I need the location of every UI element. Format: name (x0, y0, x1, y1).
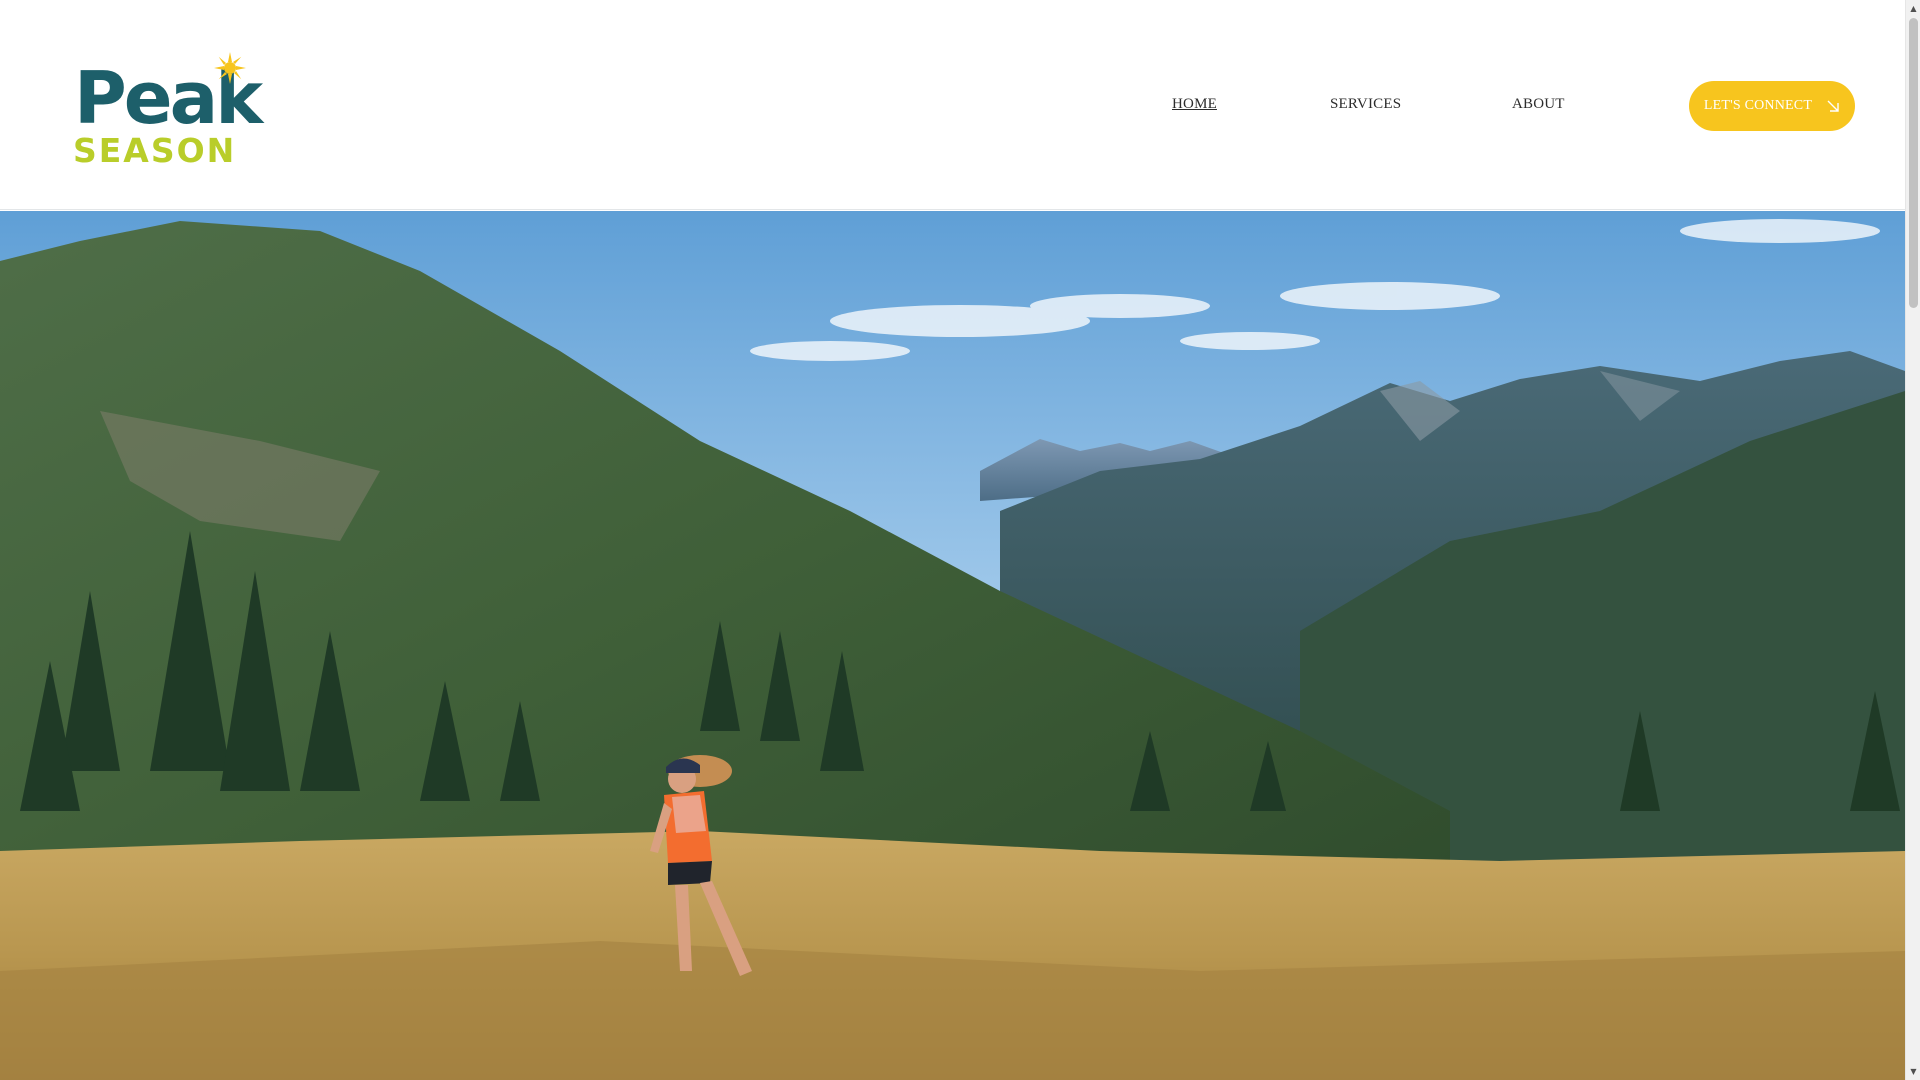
lets-connect-label: LET'S CONNECT (1703, 98, 1813, 113)
hero-photo (0, 211, 1905, 1080)
scrollbar-thumb[interactable] (1909, 18, 1918, 308)
scroll-up-arrow-icon[interactable]: ▲ (1906, 0, 1920, 17)
scroll-down-arrow-icon[interactable]: ▼ (1906, 1063, 1920, 1080)
site-header: Peak SEASON HOME SERVICES ABOUT LET'S CO… (0, 0, 1905, 210)
nav-services-link[interactable]: SERVICES (1330, 96, 1401, 113)
nav-home-link[interactable]: HOME (1172, 96, 1217, 113)
lets-connect-button[interactable]: LET'S CONNECT (1689, 81, 1855, 131)
logo[interactable]: Peak SEASON (70, 52, 263, 174)
page: Peak SEASON HOME SERVICES ABOUT LET'S CO… (0, 0, 1920, 1080)
logo-wordmark-season: SEASON (73, 131, 237, 170)
nav-about-link[interactable]: ABOUT (1512, 96, 1565, 113)
arrow-down-right-icon (1827, 100, 1839, 112)
page-scrollbar[interactable]: ▲ ▼ (1905, 0, 1920, 1080)
sun-star-icon (214, 52, 246, 84)
hero-image (0, 211, 1905, 1080)
